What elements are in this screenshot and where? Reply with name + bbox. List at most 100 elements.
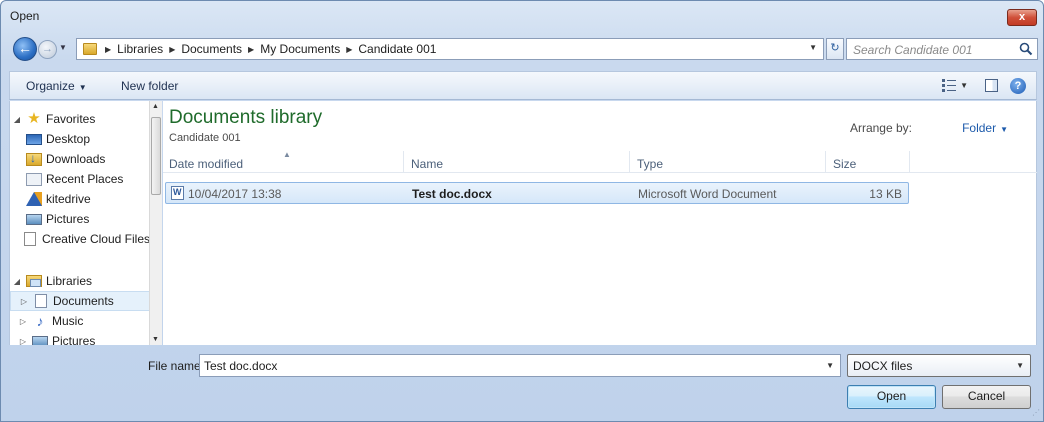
sidebar-item-label: Recent Places <box>46 172 124 186</box>
new-folder-button[interactable]: New folder <box>121 79 178 93</box>
collapsed-arrow-icon[interactable]: ▷ <box>18 337 28 346</box>
sidebar-item-label: Documents <box>53 294 114 308</box>
column-date-modified[interactable]: Date modified <box>169 157 243 171</box>
file-name-value: Test doc.docx <box>204 359 278 373</box>
help-icon[interactable]: ? <box>1010 78 1026 94</box>
sidebar-item-recent-places[interactable]: Recent Places <box>10 169 149 189</box>
search-icon[interactable] <box>1019 42 1033 56</box>
breadcrumb-separator-icon[interactable]: ▶ <box>248 45 254 54</box>
file-type-value: DOCX files <box>853 359 913 373</box>
word-document-icon <box>171 186 184 200</box>
arrange-by-dropdown[interactable]: Folder ▼ <box>962 121 1008 135</box>
sidebar-item-kitedrive[interactable]: kitedrive <box>10 189 149 209</box>
breadcrumb-documents[interactable]: Documents <box>181 42 242 56</box>
expanded-arrow-icon[interactable]: ◢ <box>12 115 22 124</box>
search-input[interactable]: Search Candidate 001 <box>846 38 1038 60</box>
table-row[interactable]: 10/04/2017 13:38 Test doc.docx Microsoft… <box>165 182 909 204</box>
column-divider[interactable] <box>403 151 404 173</box>
open-button[interactable]: Open <box>847 385 936 409</box>
organize-menu[interactable]: Organize ▼ <box>26 79 87 93</box>
sidebar-item-music[interactable]: ▷ ♪ Music <box>10 311 149 331</box>
scrollbar-thumb[interactable] <box>151 117 161 195</box>
breadcrumb-separator-icon[interactable]: ▶ <box>346 45 352 54</box>
open-file-dialog: Open x ← → ▼ ▶ Libraries ▶ Documents ▶ M… <box>0 0 1044 422</box>
address-dropdown-icon[interactable]: ▼ <box>809 43 817 52</box>
kitedrive-icon <box>26 192 42 206</box>
star-icon: ★ <box>27 110 41 127</box>
forward-button[interactable]: → <box>38 40 57 59</box>
title-bar: Open x <box>1 1 1043 31</box>
sidebar-item-label: Pictures <box>52 334 96 345</box>
sidebar-item-label: Pictures <box>46 212 90 226</box>
music-note-icon: ♪ <box>36 313 44 329</box>
file-type: Microsoft Word Document <box>638 187 777 201</box>
sidebar-item-pictures-library[interactable]: ▷ Pictures <box>10 331 149 345</box>
file-list-pane: Documents library Candidate 001 Arrange … <box>163 101 1037 345</box>
file-type-select[interactable]: DOCX files ▼ <box>847 354 1031 377</box>
arrange-by-label: Arrange by: <box>849 121 912 135</box>
column-divider[interactable] <box>629 151 630 173</box>
breadcrumb-separator-icon[interactable]: ▶ <box>169 45 175 54</box>
sidebar-item-label: kitedrive <box>46 192 91 206</box>
scroll-up-icon[interactable]: ▲ <box>152 103 159 110</box>
column-divider[interactable] <box>909 151 910 173</box>
breadcrumb-candidate-001[interactable]: Candidate 001 <box>358 42 436 56</box>
refresh-button[interactable]: ↻ <box>826 38 844 60</box>
address-bar[interactable]: ▶ Libraries ▶ Documents ▶ My Documents ▶… <box>76 38 824 60</box>
sidebar-item-favorites[interactable]: ◢ ★ Favorites <box>10 109 149 129</box>
document-icon <box>35 294 47 308</box>
back-button[interactable]: ← <box>13 37 37 61</box>
column-header-row: Date modified ▲ Name Type Size <box>163 149 1037 173</box>
sidebar-item-label: Music <box>52 314 84 328</box>
file-name-dropdown-icon[interactable]: ▼ <box>826 361 834 370</box>
sort-ascending-icon: ▲ <box>283 150 291 159</box>
folder-icon <box>83 43 97 55</box>
history-dropdown-icon[interactable]: ▼ <box>59 43 67 52</box>
collapsed-arrow-icon[interactable]: ▷ <box>19 297 29 306</box>
command-toolbar: Organize ▼ New folder ▼ ? <box>9 71 1037 100</box>
pictures-icon <box>26 213 42 225</box>
change-view-icon[interactable] <box>942 79 956 92</box>
breadcrumb-my-documents[interactable]: My Documents <box>260 42 340 56</box>
navigation-pane: ◢ ★ Favorites Desktop Downloads Recent P… <box>9 101 149 345</box>
column-name[interactable]: Name <box>411 157 443 171</box>
column-type[interactable]: Type <box>637 157 663 171</box>
navigation-scrollbar[interactable]: ▲ ▼ <box>149 101 162 345</box>
chevron-down-icon: ▼ <box>1016 361 1024 370</box>
views-dropdown-icon[interactable]: ▼ <box>960 81 968 90</box>
pictures-icon <box>32 335 48 345</box>
breadcrumb-separator-icon[interactable]: ▶ <box>105 45 111 54</box>
sidebar-item-label: Favorites <box>46 112 96 126</box>
window-title: Open <box>10 9 40 23</box>
expanded-arrow-icon[interactable]: ◢ <box>12 277 22 286</box>
preview-pane-icon[interactable] <box>985 79 998 92</box>
file-name-input[interactable]: Test doc.docx ▼ <box>199 354 841 377</box>
organize-label: Organize <box>26 79 75 93</box>
chevron-down-icon: ▼ <box>1000 125 1008 134</box>
file-name-label: File name: <box>148 359 205 373</box>
blank-document-icon <box>23 232 36 246</box>
resize-grip-icon[interactable]: ⋰ <box>1032 408 1040 417</box>
cancel-button[interactable]: Cancel <box>942 385 1031 409</box>
sidebar-item-label: Desktop <box>46 132 91 146</box>
downloads-folder-icon <box>26 151 42 166</box>
sidebar-item-pictures[interactable]: Pictures <box>10 209 149 229</box>
sidebar-item-label: Downloads <box>46 152 106 166</box>
scroll-down-icon[interactable]: ▼ <box>152 336 159 343</box>
sidebar-item-desktop[interactable]: Desktop <box>10 129 149 149</box>
sidebar-item-downloads[interactable]: Downloads <box>10 149 149 169</box>
column-size[interactable]: Size <box>833 157 856 171</box>
column-divider[interactable] <box>825 151 826 173</box>
breadcrumb-libraries[interactable]: Libraries <box>117 42 163 56</box>
search-placeholder: Search Candidate 001 <box>853 43 973 57</box>
sidebar-item-documents[interactable]: ▷ Documents <box>10 291 149 311</box>
close-button[interactable]: x <box>1007 9 1037 26</box>
sidebar-item-creative-cloud[interactable]: Creative Cloud Files <box>10 229 149 249</box>
collapsed-arrow-icon[interactable]: ▷ <box>18 317 28 326</box>
libraries-icon <box>26 275 42 287</box>
sidebar-item-label: Creative Cloud Files <box>41 232 149 246</box>
file-name: Test doc.docx <box>412 187 492 201</box>
chevron-down-icon: ▼ <box>78 83 87 92</box>
sidebar-item-label: Libraries <box>46 274 93 288</box>
sidebar-item-libraries[interactable]: ◢ Libraries <box>10 271 149 291</box>
